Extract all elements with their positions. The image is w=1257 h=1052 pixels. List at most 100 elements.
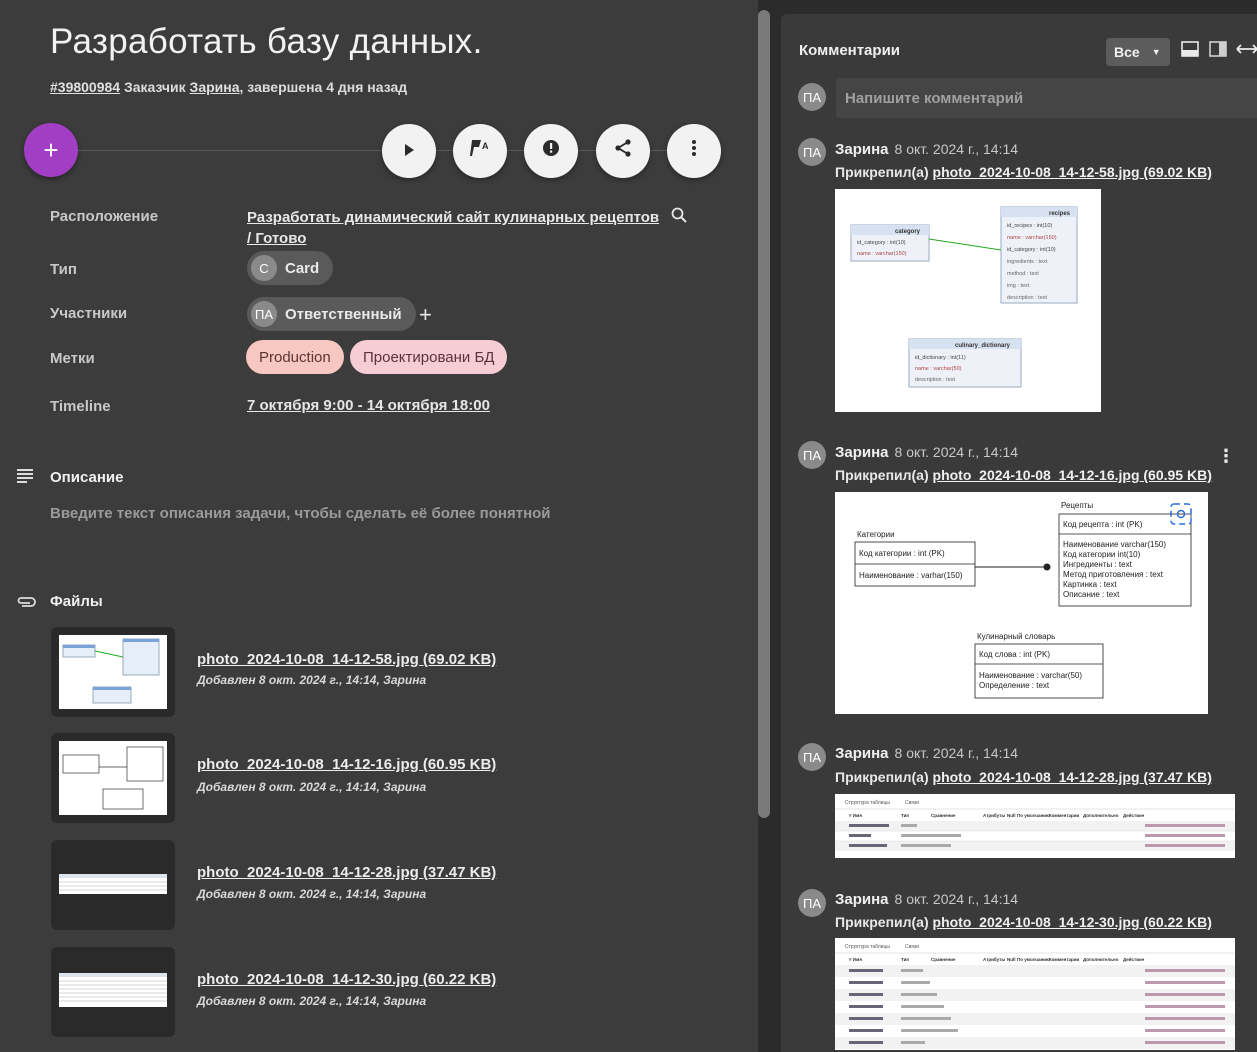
recipes-field: img : text	[1007, 283, 1030, 289]
timeline-value[interactable]: 7 октября 9:00 - 14 октября 18:00	[247, 397, 490, 414]
table-cell	[901, 969, 923, 972]
file-thumbnail[interactable]	[51, 733, 175, 823]
task-detail-panel: Разработать базу данных. #39800984 Заказ…	[0, 0, 758, 1052]
file-meta: Добавлен 8 окт. 2024 г., 14:14, Зарина	[197, 994, 427, 1008]
table-cell	[901, 981, 930, 984]
file-link[interactable]: photo_2024-10-08_14-12-16.jpg (60.95 KB)	[197, 756, 496, 773]
attachment-link[interactable]: photo_2024-10-08_14-12-30.jpg (60.22 KB)	[933, 914, 1212, 930]
tags-label: Метки	[50, 350, 95, 367]
tag-db-design[interactable]: Проектировани БД	[350, 340, 508, 374]
location-status-link[interactable]: / Готово	[247, 230, 306, 247]
file-thumbnail[interactable]	[51, 840, 175, 930]
comment-avatar: ПА	[798, 889, 826, 917]
task-id-link[interactable]: #39800984	[50, 79, 120, 95]
comment-attachment: Прикрепил(а) photo_2024-10-08_14-12-58.j…	[835, 164, 1212, 180]
table-tab: Структура таблицы	[845, 800, 890, 806]
comments-heading: Комментарии	[799, 42, 901, 59]
attachment-image-logical-model[interactable]: Категории Код категории : int (PK) Наиме…	[835, 492, 1208, 714]
comment-author[interactable]: Зарина	[835, 444, 889, 461]
share-button[interactable]	[596, 124, 650, 178]
table-cell	[849, 969, 883, 972]
table-cell	[849, 981, 883, 984]
attachment-link[interactable]: photo_2024-10-08_14-12-16.jpg (60.95 KB)	[933, 467, 1212, 483]
attach-prefix: Прикрепил(а)	[835, 914, 929, 930]
comment-date: 8 окт. 2024 г., 14:14	[894, 444, 1019, 460]
recipes-title: Рецепты	[1061, 501, 1093, 510]
recipes-field: name : varchar(150)	[1007, 235, 1057, 241]
type-avatar: C	[251, 255, 277, 281]
table-cell	[901, 1041, 925, 1044]
customer-link[interactable]: Зарина	[190, 79, 240, 95]
recipes-field: Описание : text	[1063, 590, 1120, 599]
recipes-pk: Код рецепта : int (PK)	[1063, 520, 1143, 529]
table-cell	[901, 993, 937, 996]
recipes-field: Код категории int(10)	[1063, 550, 1141, 559]
file-link[interactable]: photo_2024-10-08_14-12-58.jpg (69.02 KB)	[197, 651, 496, 668]
thumbnail-image	[59, 973, 167, 1007]
table-header: По умолчанию	[1017, 957, 1050, 962]
table-header: Тип	[901, 813, 909, 818]
task-title[interactable]: Разработать базу данных.	[50, 22, 483, 62]
layout-bottom-icon[interactable]	[1181, 41, 1199, 62]
table-header: Дополнительно	[1083, 813, 1119, 818]
member-chip[interactable]: ПА Ответственный	[247, 297, 416, 331]
comment-author[interactable]: Зарина	[835, 745, 889, 762]
report-button[interactable]	[524, 124, 578, 178]
timeline-label: Timeline	[50, 398, 111, 415]
add-button[interactable]: +	[24, 123, 78, 177]
comments-filter-select[interactable]: Все ▼	[1106, 38, 1170, 66]
add-member-button[interactable]: +	[419, 302, 432, 328]
table-header: Комментарии	[1049, 957, 1080, 962]
table-cell	[1145, 1005, 1225, 1008]
description-heading: Описание	[50, 469, 124, 486]
table-cell	[849, 1017, 883, 1020]
file-link[interactable]: photo_2024-10-08_14-12-28.jpg (37.47 KB)	[197, 864, 496, 881]
table-cell	[1145, 993, 1225, 996]
attachment-image-table-structure[interactable]: Структура таблицы Связи # Имя Тип Сравне…	[835, 938, 1235, 1050]
file-meta: Добавлен 8 окт. 2024 г., 14:14, Зарина	[197, 887, 427, 901]
share-icon	[613, 138, 633, 164]
comment-input[interactable]	[836, 78, 1257, 118]
comment-author[interactable]: Зарина	[835, 141, 889, 158]
file-meta: Добавлен 8 окт. 2024 г., 14:14, Зарина	[197, 673, 427, 687]
table-cell	[849, 1029, 883, 1032]
attach-prefix: Прикрепил(а)	[835, 769, 929, 785]
attachment-image-table-structure[interactable]: Структура таблицы Связи # Имя Тип Сравне…	[835, 794, 1235, 858]
file-link[interactable]: photo_2024-10-08_14-12-30.jpg (60.22 KB)	[197, 971, 496, 988]
scrollbar[interactable]	[758, 10, 770, 818]
flag-button[interactable]: A	[453, 124, 507, 178]
members-label: Участники	[50, 305, 128, 322]
category-field: id_category : int(10)	[857, 240, 906, 246]
category-table-title: category	[895, 229, 921, 235]
alert-icon	[541, 138, 561, 164]
recipes-field: Картинка : text	[1063, 580, 1117, 589]
thumbnail-image	[59, 635, 167, 709]
chevron-down-icon: ▼	[1151, 47, 1161, 57]
comment-date: 8 окт. 2024 г., 14:14	[894, 745, 1019, 761]
thumbnail-image	[59, 741, 167, 815]
expand-width-icon[interactable]	[1236, 41, 1257, 62]
file-thumbnail[interactable]	[51, 627, 175, 717]
play-button[interactable]	[382, 124, 436, 178]
comment-avatar: ПА	[798, 441, 826, 469]
recipes-field: Метод приготовления : text	[1063, 570, 1164, 579]
table-cell	[901, 1005, 944, 1008]
tag-production[interactable]: Production	[246, 340, 344, 374]
layout-side-icon[interactable]	[1209, 41, 1227, 62]
file-thumbnail[interactable]	[51, 947, 175, 1037]
attachment-image-er-diagram[interactable]: category id_category : int(10) name : va…	[835, 189, 1101, 412]
thumbnail-image	[59, 874, 167, 894]
more-button[interactable]	[667, 124, 721, 178]
comment-more-icon[interactable]: ⋮	[1217, 446, 1235, 467]
comment-author[interactable]: Зарина	[835, 891, 889, 908]
type-chip[interactable]: C Card	[247, 251, 334, 285]
attachment-link[interactable]: photo_2024-10-08_14-12-28.jpg (37.47 KB)	[933, 769, 1212, 785]
attachment-link[interactable]: photo_2024-10-08_14-12-58.jpg (69.02 KB)	[933, 164, 1212, 180]
search-icon[interactable]	[671, 207, 688, 229]
customer-prefix: Заказчик	[123, 79, 186, 95]
location-link[interactable]: Разработать динамический сайт кулинарных…	[247, 209, 659, 226]
table-cell	[849, 1005, 883, 1008]
description-input[interactable]: Введите текст описания задачи, чтобы сде…	[50, 505, 551, 522]
member-role: Ответственный	[285, 305, 402, 323]
table-header: Действие	[1123, 956, 1145, 962]
